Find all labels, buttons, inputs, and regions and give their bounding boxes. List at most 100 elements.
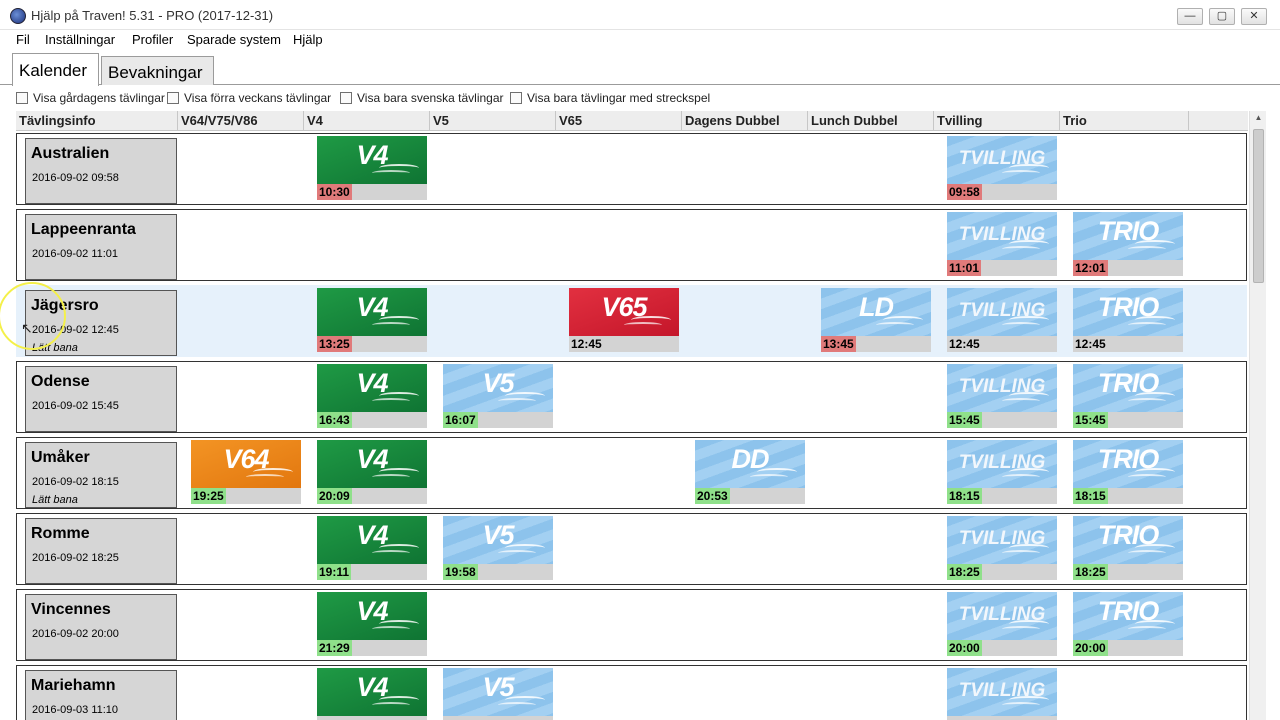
menu-profiler[interactable]: Profiler <box>132 32 173 47</box>
game-logo: V4 <box>317 516 427 564</box>
filter-yesterday[interactable]: Visa gårdagens tävlingar <box>16 91 165 105</box>
race-row[interactable]: Umåker 2016-09-02 18:15 Lätt bana V64 19:25 V… <box>16 437 1247 509</box>
swoosh-icon <box>372 702 410 708</box>
checkbox[interactable] <box>510 92 522 104</box>
game-tile[interactable]: V4 16:43 <box>317 364 427 428</box>
race-row[interactable]: Romme 2016-09-02 18:25 V4 19:11 V5 19:58 TVILL… <box>16 513 1247 585</box>
race-row[interactable]: Vincennes 2016-09-02 20:00 V4 21:29 TVILLING… <box>16 589 1247 661</box>
race-row[interactable]: Lappeenranta 2016-09-02 11:01 TVILLING 11:0… <box>16 209 1247 281</box>
race-row[interactable]: Odense 2016-09-02 15:45 V4 16:43 V5 16:07 TVIL… <box>16 361 1247 433</box>
checkbox[interactable] <box>167 92 179 104</box>
app-logo-icon <box>10 8 26 24</box>
col-trio[interactable]: Trio <box>1060 111 1189 131</box>
col-v4[interactable]: V4 <box>304 111 430 131</box>
game-tile[interactable]: V4 19:11 <box>317 516 427 580</box>
game-logo: V5 <box>443 364 553 412</box>
close-button[interactable]: ✕ <box>1241 8 1267 25</box>
filter-last-week[interactable]: Visa förra veckans tävlingar <box>167 91 331 105</box>
race-row[interactable]: Mariehamn 2016-09-03 11:10 V4 V5 TVILLING <box>16 665 1247 720</box>
race-info-box[interactable]: Romme 2016-09-02 18:25 <box>25 518 177 584</box>
game-tile[interactable]: V5 19:58 <box>443 516 553 580</box>
game-start-time: 18:15 <box>1073 488 1108 504</box>
checkbox[interactable] <box>340 92 352 104</box>
game-tile[interactable]: TRIO 12:45 <box>1073 288 1183 352</box>
swoosh-icon <box>498 398 536 404</box>
game-tile[interactable]: TVILLING 09:58 <box>947 136 1057 200</box>
race-info-box[interactable]: Umåker 2016-09-02 18:15 Lätt bana <box>25 442 177 508</box>
scroll-up-icon[interactable]: ▲ <box>1250 113 1267 127</box>
filter-bar: Visa gårdagens tävlingar Visa förra veck… <box>0 90 1280 108</box>
game-tile[interactable]: TVILLING 12:45 <box>947 288 1057 352</box>
race-info-box[interactable]: Australien 2016-09-02 09:58 <box>25 138 177 204</box>
game-tile[interactable]: TVILLING <box>947 668 1057 720</box>
game-tile[interactable]: DD 20:53 <box>695 440 805 504</box>
minimize-button[interactable]: — <box>1177 8 1203 25</box>
race-date: 2016-09-02 09:58 <box>32 172 119 184</box>
swoosh-icon <box>1002 246 1040 252</box>
race-row[interactable]: Australien 2016-09-02 09:58 V4 10:30 TVILLIN… <box>16 133 1247 205</box>
game-start-time <box>443 716 447 720</box>
race-info-box[interactable]: Lappeenranta 2016-09-02 11:01 <box>25 214 177 280</box>
race-info-box[interactable]: Jägersro 2016-09-02 12:45 Lätt bana <box>25 290 177 356</box>
race-info-box[interactable]: Odense 2016-09-02 15:45 <box>25 366 177 432</box>
game-start-time: 12:45 <box>1075 337 1106 351</box>
game-logo: TVILLING <box>947 440 1057 488</box>
game-tile[interactable]: V4 21:29 <box>317 592 427 656</box>
game-tile[interactable]: V65 12:45 <box>569 288 679 352</box>
swoosh-icon <box>246 474 284 480</box>
scroll-thumb[interactable] <box>1253 129 1264 283</box>
track-name: Jägersro <box>31 297 99 314</box>
col-tvilling[interactable]: Tvilling <box>934 111 1060 131</box>
menu-hjalp[interactable]: Hjälp <box>293 32 323 47</box>
checkbox[interactable] <box>16 92 28 104</box>
game-logo: TVILLING <box>947 288 1057 336</box>
filter-swedish-only[interactable]: Visa bara svenska tävlingar <box>340 91 504 105</box>
game-tile[interactable]: V5 16:07 <box>443 364 553 428</box>
game-tile[interactable]: V4 13:25 <box>317 288 427 352</box>
race-row[interactable]: Jägersro 2016-09-02 12:45 Lätt bana V4 13:25… <box>16 285 1247 357</box>
game-tile[interactable]: V4 10:30 <box>317 136 427 200</box>
col-tavlingsinfo[interactable]: Tävlingsinfo <box>16 111 178 131</box>
game-tile[interactable]: TVILLING 15:45 <box>947 364 1057 428</box>
game-tile[interactable]: TVILLING 18:25 <box>947 516 1057 580</box>
game-tile[interactable]: V64 19:25 <box>191 440 301 504</box>
game-tile[interactable]: TVILLING 11:01 <box>947 212 1057 276</box>
filter-label: Visa förra veckans tävlingar <box>184 91 332 105</box>
game-tile[interactable]: V5 <box>443 668 553 720</box>
filter-streckspel-only[interactable]: Visa bara tävlingar med streckspel <box>510 91 710 105</box>
game-tile[interactable]: TRIO 15:45 <box>1073 364 1183 428</box>
menu-sparade-system[interactable]: Sparade system <box>187 32 281 47</box>
game-tile[interactable]: TVILLING 18:15 <box>947 440 1057 504</box>
swoosh-icon <box>372 474 410 480</box>
game-tile[interactable]: LD 13:45 <box>821 288 931 352</box>
game-tile[interactable]: TVILLING 20:00 <box>947 592 1057 656</box>
menu-installningar[interactable]: Inställningar <box>45 32 115 47</box>
col-v64[interactable]: V64/V75/V86 <box>178 111 304 131</box>
game-logo: LD <box>821 288 931 336</box>
menu-fil[interactable]: Fil <box>16 32 30 47</box>
game-tile[interactable]: TRIO 20:00 <box>1073 592 1183 656</box>
col-dagens-dubbel[interactable]: Dagens Dubbel <box>682 111 808 131</box>
game-tile[interactable]: TRIO 12:01 <box>1073 212 1183 276</box>
col-v65[interactable]: V65 <box>556 111 682 131</box>
filter-label: Visa bara svenska tävlingar <box>357 91 504 105</box>
maximize-button[interactable]: ▢ <box>1209 8 1235 25</box>
race-date: 2016-09-02 12:45 <box>32 324 119 336</box>
vertical-scrollbar[interactable]: ▲ <box>1249 111 1266 720</box>
swoosh-icon <box>1002 702 1040 708</box>
game-tile[interactable]: V4 20:09 <box>317 440 427 504</box>
game-logo: TRIO <box>1073 440 1183 488</box>
race-info-box[interactable]: Mariehamn 2016-09-03 11:10 <box>25 670 177 720</box>
col-v5[interactable]: V5 <box>430 111 556 131</box>
race-info-box[interactable]: Vincennes 2016-09-02 20:00 <box>25 594 177 660</box>
tab-bevakningar[interactable]: Bevakningar <box>101 56 214 85</box>
tab-kalender[interactable]: Kalender <box>12 53 99 86</box>
column-header: Tävlingsinfo V64/V75/V86 V4 V5 V65 Dagen… <box>16 111 1248 131</box>
game-tile[interactable]: TRIO 18:15 <box>1073 440 1183 504</box>
game-start-time: 20:53 <box>695 488 730 504</box>
window-title: Hjälp på Traven! 5.31 - PRO (2017-12-31) <box>31 8 274 23</box>
game-tile[interactable]: V4 <box>317 668 427 720</box>
game-tile[interactable]: TRIO 18:25 <box>1073 516 1183 580</box>
game-start-time: 19:25 <box>191 488 226 504</box>
col-lunch-dubbel[interactable]: Lunch Dubbel <box>808 111 934 131</box>
